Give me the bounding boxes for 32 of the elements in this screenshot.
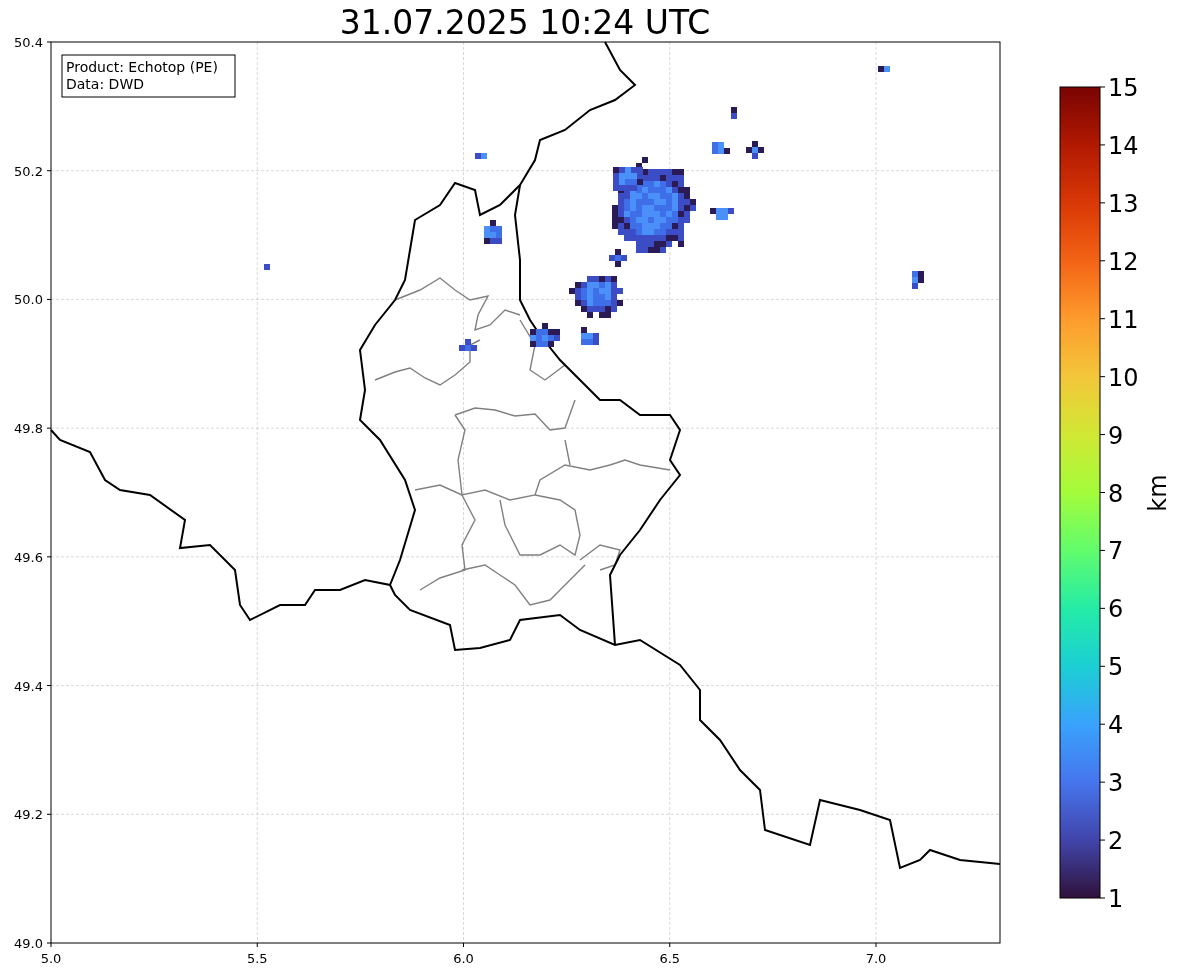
colorbar-tick-label: 7 bbox=[1108, 537, 1124, 566]
colorbar-tick-label: 11 bbox=[1108, 305, 1139, 334]
colorbar-tick-label: 6 bbox=[1108, 595, 1124, 624]
colorbar-tick-label: 13 bbox=[1108, 189, 1139, 218]
colorbar-tick-label: 15 bbox=[1108, 74, 1139, 102]
y-axis-tick-label: 49.6 bbox=[14, 549, 43, 565]
colorbar-tick-label: 3 bbox=[1108, 769, 1124, 798]
x-axis-tick-label: 6.0 bbox=[453, 951, 474, 966]
y-axis-tick-label: 49.4 bbox=[14, 678, 43, 694]
x-axis-tick-label: 5.5 bbox=[246, 951, 268, 966]
info-text: Data: DWD bbox=[66, 76, 144, 92]
colorbar-tick-label: 14 bbox=[1108, 131, 1139, 160]
y-axis-tick-label: 49.8 bbox=[14, 421, 43, 437]
y-axis-tick-label: 49.2 bbox=[14, 807, 43, 823]
colorbar-tick-label: 1 bbox=[1108, 885, 1124, 913]
y-axis-tick-label: 50.0 bbox=[14, 292, 43, 308]
colorbar-tick-label: 4 bbox=[1108, 711, 1124, 740]
colorbar-tick-label: 9 bbox=[1108, 421, 1124, 450]
info-text: Product: Echotop (PE) bbox=[66, 59, 218, 75]
chart-title: 31.07.2025 10:24 UTC bbox=[339, 3, 711, 42]
y-axis-tick-label: 50.4 bbox=[14, 35, 43, 50]
colorbar-tick-label: 5 bbox=[1108, 653, 1124, 682]
colorbar-tick-label: 2 bbox=[1108, 827, 1124, 856]
colorbar-tick-label: 12 bbox=[1108, 247, 1139, 276]
x-axis-tick-label: 6.5 bbox=[659, 951, 681, 966]
y-axis-tick-label: 50.2 bbox=[14, 163, 43, 179]
x-axis-tick-label: 5.0 bbox=[40, 951, 62, 966]
y-axis-tick-label: 49.0 bbox=[14, 936, 43, 951]
colorbar-tick-label: 8 bbox=[1108, 479, 1124, 508]
x-axis-tick-label: 7.0 bbox=[865, 951, 887, 966]
colorbar-label: km bbox=[1144, 474, 1172, 512]
colorbar-tick-label: 10 bbox=[1108, 363, 1139, 392]
